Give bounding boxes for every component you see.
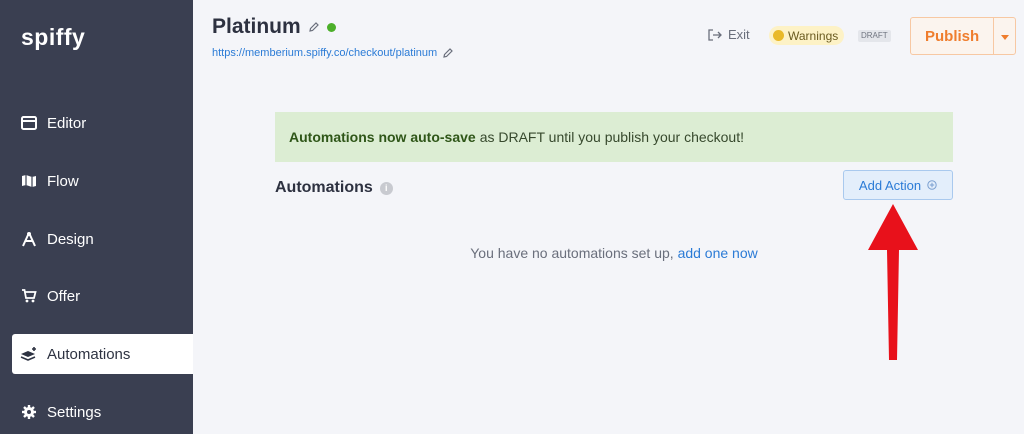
checkout-url: https://memberium.spiffy.co/checkout/pla… bbox=[212, 47, 454, 59]
sidebar-item-editor[interactable]: Editor bbox=[0, 103, 193, 143]
empty-state-text: You have no automations set up, bbox=[470, 245, 674, 261]
red-arrow-annotation bbox=[868, 204, 918, 360]
empty-state-message: You have no automations set up, add one … bbox=[275, 245, 953, 261]
banner-bold-text: Automations now auto-save bbox=[289, 129, 476, 145]
exit-icon bbox=[708, 28, 722, 41]
sidebar-item-label: Editor bbox=[47, 114, 87, 132]
sidebar-item-label: Design bbox=[47, 230, 94, 248]
exit-button[interactable]: Exit bbox=[708, 27, 750, 42]
cart-icon bbox=[20, 287, 38, 305]
autosave-banner: Automations now auto-save as DRAFT until… bbox=[275, 112, 953, 162]
info-icon[interactable]: i bbox=[379, 181, 393, 195]
warning-icon bbox=[773, 30, 784, 41]
sidebar-item-settings[interactable]: Settings bbox=[0, 392, 193, 432]
layers-icon bbox=[20, 345, 38, 363]
sidebar-item-label: Offer bbox=[47, 287, 81, 305]
publish-button-group: Publish bbox=[910, 17, 1016, 55]
chevron-down-icon bbox=[1000, 27, 1009, 45]
add-one-now-link[interactable]: add one now bbox=[678, 245, 758, 261]
status-dot bbox=[326, 22, 336, 32]
compass-icon bbox=[20, 230, 38, 248]
sidebar-item-flow[interactable]: Flow bbox=[0, 161, 193, 201]
publish-options-button[interactable] bbox=[993, 18, 1015, 54]
map-icon bbox=[20, 172, 38, 190]
exit-label: Exit bbox=[728, 27, 750, 42]
sidebar-item-design[interactable]: Design bbox=[0, 219, 193, 259]
publish-button[interactable]: Publish bbox=[911, 18, 993, 54]
page-title: Platinum bbox=[212, 15, 336, 39]
edit-url-pencil-icon[interactable] bbox=[443, 48, 454, 58]
banner-text: as DRAFT until you publish your checkout… bbox=[479, 129, 744, 145]
draft-badge: DRAFT bbox=[858, 30, 891, 42]
sidebar: spiffy Editor Flow Design Offer Automati… bbox=[0, 0, 193, 434]
plus-circle-icon bbox=[927, 180, 937, 190]
sidebar-item-label: Settings bbox=[47, 403, 102, 421]
checkout-title: Platinum bbox=[212, 15, 301, 38]
sidebar-item-offer[interactable]: Offer bbox=[0, 276, 193, 316]
edit-title-pencil-icon[interactable] bbox=[308, 22, 319, 32]
sidebar-item-label: Automations bbox=[47, 345, 131, 363]
sidebar-item-automations[interactable]: Automations bbox=[12, 334, 193, 374]
automations-heading: Automations i bbox=[275, 179, 393, 197]
checkout-url-link[interactable]: https://memberium.spiffy.co/checkout/pla… bbox=[212, 47, 437, 59]
gear-icon bbox=[20, 403, 38, 421]
warnings-badge[interactable]: Warnings bbox=[769, 26, 845, 45]
warnings-label: Warnings bbox=[788, 28, 839, 43]
add-action-label: Add Action bbox=[858, 177, 922, 193]
editor-icon bbox=[20, 114, 38, 132]
add-action-button[interactable]: Add Action bbox=[843, 170, 953, 200]
sidebar-item-label: Flow bbox=[47, 172, 79, 190]
spiffy-logo[interactable]: spiffy bbox=[21, 24, 85, 51]
automations-title: Automations bbox=[275, 179, 373, 196]
